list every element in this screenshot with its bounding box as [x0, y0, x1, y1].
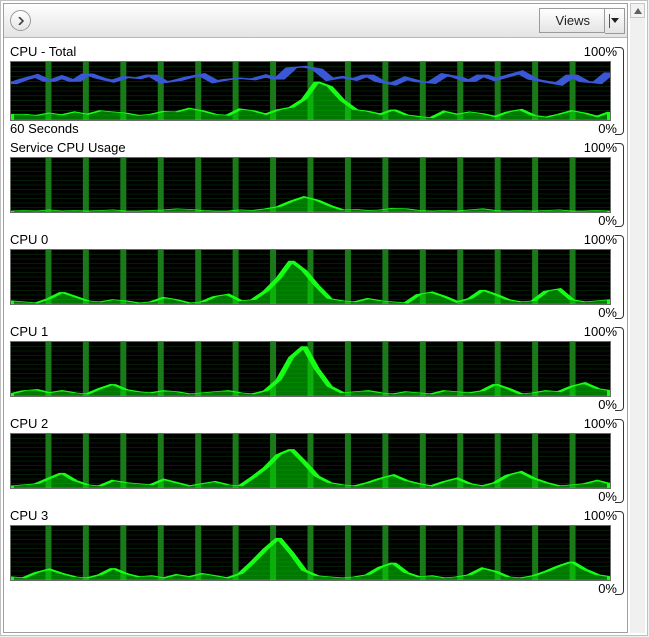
chart-footer: 60 Seconds0%: [10, 121, 625, 138]
chart-xaxis-label: 60 Seconds: [10, 121, 79, 136]
chart-header: CPU - Total 100%: [10, 42, 625, 61]
chart-row: [10, 157, 625, 213]
chart-footer: 0%: [10, 305, 625, 322]
chart-footer: 0%: [10, 581, 625, 598]
chart-row: [10, 61, 625, 121]
chart-canvas[interactable]: [10, 249, 611, 305]
chart-title: CPU - Total: [10, 44, 76, 59]
chart-max-label: 100%: [584, 232, 617, 247]
chart-canvas[interactable]: [10, 61, 611, 121]
axis-bracket: [611, 249, 625, 305]
window: Views CPU - Total100%60 Seconds0%Service…: [0, 0, 648, 636]
chart-header: Service CPU Usage 100%: [10, 138, 625, 157]
chart-footer: 0%: [10, 489, 625, 506]
scrollbar-track[interactable]: [630, 18, 645, 633]
chart-max-label: 100%: [584, 508, 617, 523]
views-button[interactable]: Views: [539, 8, 625, 34]
chart-row: [10, 249, 625, 305]
chart-canvas[interactable]: [10, 525, 611, 581]
chart-row: [10, 433, 625, 489]
chart-max-label: 100%: [584, 324, 617, 339]
chart-max-label: 100%: [584, 140, 617, 155]
chart-canvas[interactable]: [10, 433, 611, 489]
axis-bracket: [611, 61, 625, 121]
chart-title: CPU 0: [10, 232, 48, 247]
chart-title: Service CPU Usage: [10, 140, 126, 155]
axis-bracket: [611, 157, 625, 213]
chart-5: CPU 3 100% 0%: [10, 506, 625, 598]
chart-row: [10, 341, 625, 397]
views-dropdown-arrow[interactable]: [605, 8, 625, 34]
chart-footer: 0%: [10, 213, 625, 230]
chart-2: CPU 0 100% 0%: [10, 230, 625, 322]
chevron-down-icon: [611, 18, 619, 23]
scrollbar-up-button[interactable]: [630, 3, 645, 18]
chart-header: CPU 2 100%: [10, 414, 625, 433]
chart-header: CPU 1 100%: [10, 322, 625, 341]
chart-footer: 0%: [10, 397, 625, 414]
chart-title: CPU 3: [10, 508, 48, 523]
chart-3: CPU 1 100% 0%: [10, 322, 625, 414]
axis-bracket: [611, 433, 625, 489]
axis-bracket: [611, 525, 625, 581]
chart-row: [10, 525, 625, 581]
chart-title: CPU 1: [10, 324, 48, 339]
chart-canvas[interactable]: [10, 157, 611, 213]
chart-max-label: 100%: [584, 44, 617, 59]
axis-bracket: [611, 341, 625, 397]
chart-title: CPU 2: [10, 416, 48, 431]
charts-container: CPU - Total100%60 Seconds0%Service CPU U…: [4, 38, 627, 602]
views-label: Views: [539, 8, 605, 33]
toolbar: Views: [4, 4, 627, 38]
chart-header: CPU 0 100%: [10, 230, 625, 249]
expand-button[interactable]: [10, 10, 31, 31]
chevron-right-icon: [17, 17, 25, 25]
chart-0: CPU - Total 100% 60 Seconds0%: [10, 42, 625, 138]
main-pane: Views CPU - Total100%60 Seconds0%Service…: [3, 3, 628, 633]
chart-4: CPU 2 100% 0%: [10, 414, 625, 506]
chart-max-label: 100%: [584, 416, 617, 431]
chart-canvas[interactable]: [10, 341, 611, 397]
chart-1: Service CPU Usage 100% 0%: [10, 138, 625, 230]
chart-header: CPU 3 100%: [10, 506, 625, 525]
